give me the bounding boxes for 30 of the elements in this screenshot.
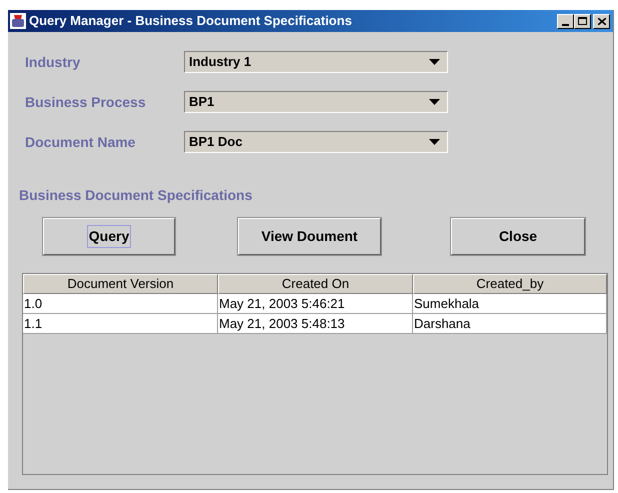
table-cell: Darshana bbox=[413, 314, 607, 333]
window-title: Query Manager - Business Document Specifications bbox=[29, 12, 352, 30]
table-cell: Sumekhala bbox=[413, 294, 607, 313]
dropdown-arrow-icon bbox=[429, 139, 440, 145]
table-cell: 1.0 bbox=[23, 294, 218, 313]
dropdown[interactable]: Industry 1 bbox=[184, 51, 448, 73]
table-cell: May 21, 2003 5:48:13 bbox=[218, 314, 413, 333]
minimize-button[interactable] bbox=[557, 14, 574, 28]
dropdown[interactable]: BP1 Doc bbox=[184, 131, 448, 153]
section-title: Business Document Specifications bbox=[19, 186, 254, 205]
field-label: Document Name bbox=[25, 132, 136, 152]
maximize-icon bbox=[578, 17, 587, 25]
maximize-button[interactable] bbox=[574, 14, 591, 28]
dropdown[interactable]: BP1 bbox=[184, 91, 448, 113]
table-cell: 1.1 bbox=[23, 314, 218, 333]
column-header[interactable]: Created On bbox=[218, 274, 413, 294]
dropdown-arrow-icon bbox=[429, 99, 440, 105]
minimize-icon bbox=[562, 24, 569, 26]
close-button[interactable] bbox=[593, 14, 610, 28]
dropdown-arrow-icon bbox=[429, 59, 440, 65]
field-label: Industry bbox=[25, 52, 82, 72]
column-header[interactable]: Document Version bbox=[23, 274, 218, 294]
table-cell: May 21, 2003 5:46:21 bbox=[218, 294, 413, 313]
action-button[interactable]: View Doument bbox=[238, 218, 381, 255]
column-header[interactable]: Created_by bbox=[413, 274, 607, 294]
action-button[interactable]: Query bbox=[43, 218, 175, 255]
app-icon bbox=[10, 13, 26, 29]
close-icon bbox=[598, 18, 606, 24]
action-button[interactable]: Close bbox=[451, 218, 585, 255]
field-label: Business Process bbox=[25, 92, 147, 112]
